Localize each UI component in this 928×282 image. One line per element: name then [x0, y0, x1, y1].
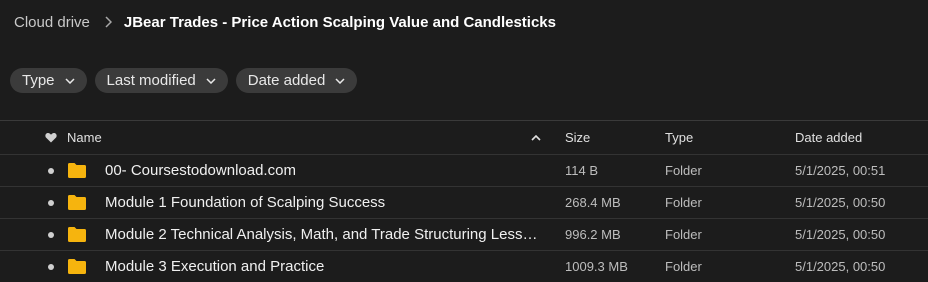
filter-last-modified-button[interactable]: Last modified: [94, 68, 228, 93]
folder-icon: [67, 219, 87, 250]
chevron-down-icon: [206, 77, 216, 84]
dot-icon: [44, 155, 58, 186]
row-type: Folder: [665, 195, 702, 210]
folder-icon: [67, 251, 87, 282]
row-type: Folder: [665, 163, 702, 178]
dot-icon: [44, 187, 58, 218]
row-type: Folder: [665, 259, 702, 274]
row-name: 00- Coursestodownload.com: [105, 162, 296, 179]
row-date-added: 5/1/2025, 00:50: [795, 195, 886, 210]
row-name: Module 3 Execution and Practice: [105, 258, 325, 275]
breadcrumb-root-link[interactable]: Cloud drive: [14, 14, 90, 31]
filter-last-modified-label: Last modified: [106, 72, 196, 89]
chevron-down-icon: [335, 77, 345, 84]
header-name[interactable]: Name: [67, 121, 102, 154]
filter-type-label: Type: [22, 72, 55, 89]
chevron-right-icon: [104, 16, 112, 28]
table-row[interactable]: Module 1 Foundation of Scalping Success …: [0, 187, 928, 219]
header-type[interactable]: Type: [665, 121, 693, 154]
row-type: Folder: [665, 227, 702, 242]
row-size: 1009.3 MB: [565, 259, 628, 274]
row-size: 268.4 MB: [565, 195, 621, 210]
folder-icon: [67, 187, 87, 218]
row-date-added: 5/1/2025, 00:50: [795, 259, 886, 274]
table-row[interactable]: Module 2 Technical Analysis, Math, and T…: [0, 219, 928, 251]
folder-icon: [67, 155, 87, 186]
header-size[interactable]: Size: [565, 121, 590, 154]
row-date-added: 5/1/2025, 00:51: [795, 163, 886, 178]
sort-up-icon[interactable]: [529, 121, 543, 154]
filter-bar: Type Last modified Date added: [10, 68, 358, 93]
table-row[interactable]: Module 3 Execution and Practice 1009.3 M…: [0, 251, 928, 282]
breadcrumb: Cloud drive JBear Trades - Price Action …: [0, 0, 556, 44]
table-header: Name Size Type Date added: [0, 121, 928, 155]
table-row[interactable]: 00- Coursestodownload.com 114 B Folder 5…: [0, 155, 928, 187]
heart-icon[interactable]: [44, 121, 58, 154]
filter-date-added-button[interactable]: Date added: [235, 68, 358, 93]
row-size: 996.2 MB: [565, 227, 621, 242]
filter-date-added-label: Date added: [247, 72, 326, 89]
breadcrumb-current-folder: JBear Trades - Price Action Scalping Val…: [123, 13, 556, 31]
row-name: Module 2 Technical Analysis, Math, and T…: [105, 226, 545, 243]
dot-icon: [44, 251, 58, 282]
row-name: Module 1 Foundation of Scalping Success: [105, 194, 386, 211]
file-table: Name Size Type Date added 00- Coursestod…: [0, 120, 928, 282]
filter-type-button[interactable]: Type: [10, 68, 87, 93]
chevron-down-icon: [65, 77, 75, 84]
dot-icon: [44, 219, 58, 250]
row-size: 114 B: [565, 163, 599, 178]
header-date-added[interactable]: Date added: [795, 121, 862, 154]
row-date-added: 5/1/2025, 00:50: [795, 227, 886, 242]
